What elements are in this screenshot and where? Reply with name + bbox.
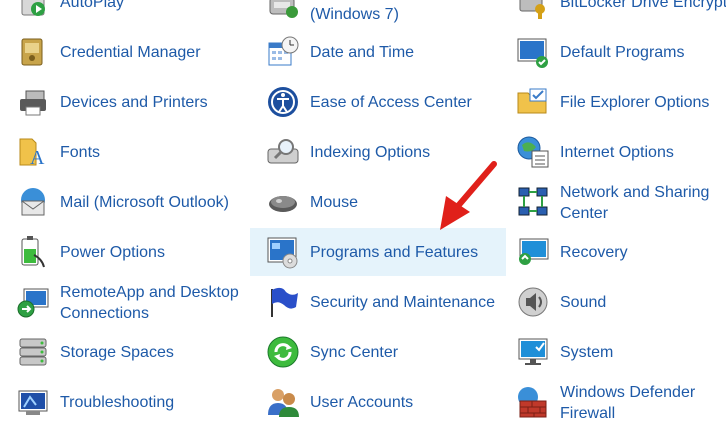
item-label: Storage Spaces [60, 343, 174, 361]
item-label: Programs and Features [310, 243, 479, 261]
sync-center-icon [266, 335, 300, 369]
item-devices-printers[interactable]: Devices and Printers [0, 78, 250, 126]
item-label: BitLocker Drive Encryption [560, 0, 726, 11]
item-bitlocker[interactable]: BitLocker Drive Encryption [506, 0, 726, 26]
item-storage-spaces[interactable]: Storage Spaces [0, 328, 250, 376]
item-user-accounts[interactable]: User Accounts [250, 378, 506, 426]
item-mail[interactable]: Mail (Microsoft Outlook) [0, 178, 250, 226]
item-label-line-1: RemoteApp and Desktop [60, 284, 239, 301]
battery-icon [16, 235, 50, 269]
recovery-icon [516, 235, 550, 269]
item-label: Devices and Printers [60, 93, 208, 111]
internet-options-icon [516, 135, 550, 169]
item-label: Network and Sharing Center [560, 182, 709, 224]
user-accounts-icon [266, 385, 300, 419]
firewall-icon [516, 385, 550, 419]
item-label: AutoPlay [60, 0, 125, 11]
item-label: (Windows 7) [310, 6, 399, 23]
item-remoteapp[interactable]: RemoteApp and Desktop Connections [0, 278, 250, 326]
item-label: Credential Manager [60, 43, 201, 61]
fonts-icon: A [16, 135, 50, 169]
item-label-line-2: Connections [60, 305, 149, 322]
item-network-sharing[interactable]: Network and Sharing Center [506, 178, 726, 226]
item-label: Windows Defender Firewall [560, 382, 695, 424]
default-programs-icon [516, 35, 550, 69]
backup-restore-icon [266, 0, 300, 22]
calendar-clock-icon [266, 35, 300, 69]
item-label-line-2: Firewall [560, 405, 616, 422]
item-file-explorer-options[interactable]: File Explorer Options [506, 78, 726, 126]
svg-text:A: A [30, 147, 45, 169]
item-label: User Accounts [310, 393, 414, 411]
network-icon [516, 185, 550, 219]
troubleshooting-icon [16, 385, 50, 419]
item-recovery[interactable]: Recovery [506, 228, 726, 276]
item-label: Mail (Microsoft Outlook) [60, 193, 229, 211]
item-default-programs[interactable]: Default Programs [506, 28, 726, 76]
item-sync-center[interactable]: Sync Center [250, 328, 506, 376]
system-monitor-icon [516, 335, 550, 369]
programs-features-icon [266, 235, 300, 269]
item-label: Ease of Access Center [310, 93, 472, 111]
item-sound[interactable]: Sound [506, 278, 726, 326]
item-programs-features[interactable]: Programs and Features [250, 228, 506, 276]
item-ease-of-access[interactable]: Ease of Access Center [250, 78, 506, 126]
speaker-icon [516, 285, 550, 319]
control-panel-items-grid: AutoPlay (Windows 7) BitLocker Drive Enc… [0, 0, 726, 436]
item-label: File Explorer Options [560, 93, 710, 111]
item-autoplay[interactable]: AutoPlay [0, 0, 250, 26]
item-label: Sound [560, 293, 607, 311]
item-label-line-1: Windows Defender [560, 384, 696, 401]
mouse-icon [266, 185, 300, 219]
item-security-maintenance[interactable]: Security and Maintenance [250, 278, 506, 326]
item-label-line-1: Network and Sharing [560, 184, 710, 201]
item-label: Date and Time [310, 43, 415, 61]
item-troubleshooting[interactable]: Troubleshooting [0, 378, 250, 426]
item-label: Recovery [560, 243, 628, 261]
item-label: RemoteApp and Desktop Connections [60, 282, 239, 324]
item-label: Troubleshooting [60, 393, 175, 411]
item-label: Indexing Options [310, 143, 431, 161]
bitlocker-icon [516, 0, 550, 19]
credential-manager-icon [16, 35, 50, 69]
security-flag-icon [266, 285, 300, 319]
storage-spaces-icon [16, 335, 50, 369]
mail-icon [16, 185, 50, 219]
printer-icon [16, 85, 50, 119]
indexing-options-icon [266, 135, 300, 169]
autoplay-icon [16, 0, 50, 19]
item-label: Sync Center [310, 343, 399, 361]
item-fonts[interactable]: A Fonts [0, 128, 250, 176]
item-internet-options[interactable]: Internet Options [506, 128, 726, 176]
item-system[interactable]: System [506, 328, 726, 376]
item-date-time[interactable]: Date and Time [250, 28, 506, 76]
item-label: Internet Options [560, 143, 674, 161]
item-label: Mouse [310, 193, 359, 211]
item-label: Default Programs [560, 43, 685, 61]
item-windows-defender-firewall[interactable]: Windows Defender Firewall [506, 378, 726, 426]
item-indexing-options[interactable]: Indexing Options [250, 128, 506, 176]
item-label-line-2: Center [560, 205, 609, 222]
ease-of-access-icon [266, 85, 300, 119]
item-label: Security and Maintenance [310, 293, 495, 311]
item-label: System [560, 343, 614, 361]
item-label: Power Options [60, 243, 165, 261]
item-power-options[interactable]: Power Options [0, 228, 250, 276]
folder-options-icon [516, 85, 550, 119]
item-mouse[interactable]: Mouse [250, 178, 506, 226]
item-label: Fonts [60, 143, 101, 161]
item-credential-manager[interactable]: Credential Manager [0, 28, 250, 76]
remoteapp-icon [16, 285, 50, 319]
